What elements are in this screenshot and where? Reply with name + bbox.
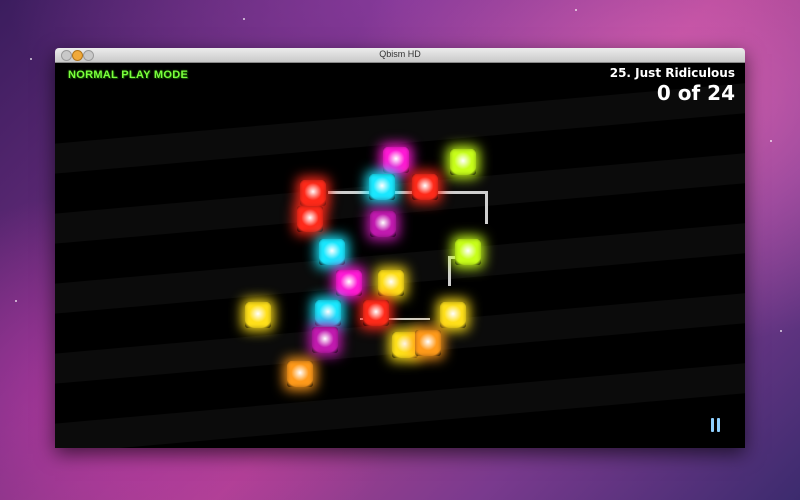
cube-yellow[interactable]	[440, 302, 466, 328]
cube-magenta[interactable]	[336, 270, 362, 296]
cube-purple[interactable]	[370, 211, 396, 237]
level-progress: 0 of 24	[656, 81, 735, 105]
pause-icon	[711, 418, 714, 432]
game-window: Qbism HD NORMAL PLAY MODE 25. Just Ridic…	[55, 48, 745, 448]
background-star	[15, 300, 17, 302]
cube-orange[interactable]	[287, 361, 313, 387]
cube-yellow[interactable]	[245, 302, 271, 328]
connector-line	[448, 256, 451, 286]
cube-purple[interactable]	[312, 327, 338, 353]
level-name: 25. Just Ridiculous	[609, 66, 735, 80]
cube-orange[interactable]	[415, 330, 441, 356]
connector-line	[485, 191, 488, 224]
cube-red[interactable]	[297, 206, 323, 232]
window-titlebar[interactable]: Qbism HD	[55, 48, 745, 63]
cube-cyan[interactable]	[319, 239, 345, 265]
play-mode-label: NORMAL PLAY MODE	[68, 69, 189, 81]
background-star	[30, 58, 32, 60]
cube-lime[interactable]	[450, 149, 476, 175]
background-star	[780, 330, 782, 332]
pause-icon	[717, 418, 720, 432]
connector-line	[328, 191, 488, 194]
cube-red[interactable]	[363, 300, 389, 326]
background-star	[243, 18, 245, 20]
cube-yellow[interactable]	[378, 270, 404, 296]
background-star	[575, 9, 577, 11]
game-board[interactable]: NORMAL PLAY MODE 25. Just Ridiculous 0 o…	[55, 63, 745, 448]
cube-red[interactable]	[300, 180, 326, 206]
cube-cyan[interactable]	[369, 174, 395, 200]
cube-magenta[interactable]	[383, 147, 409, 173]
cube-cyan[interactable]	[315, 300, 341, 326]
cube-red[interactable]	[412, 174, 438, 200]
background-star	[770, 140, 772, 142]
pause-button[interactable]	[711, 418, 721, 432]
cube-lime[interactable]	[455, 239, 481, 265]
window-title: Qbism HD	[379, 49, 421, 59]
